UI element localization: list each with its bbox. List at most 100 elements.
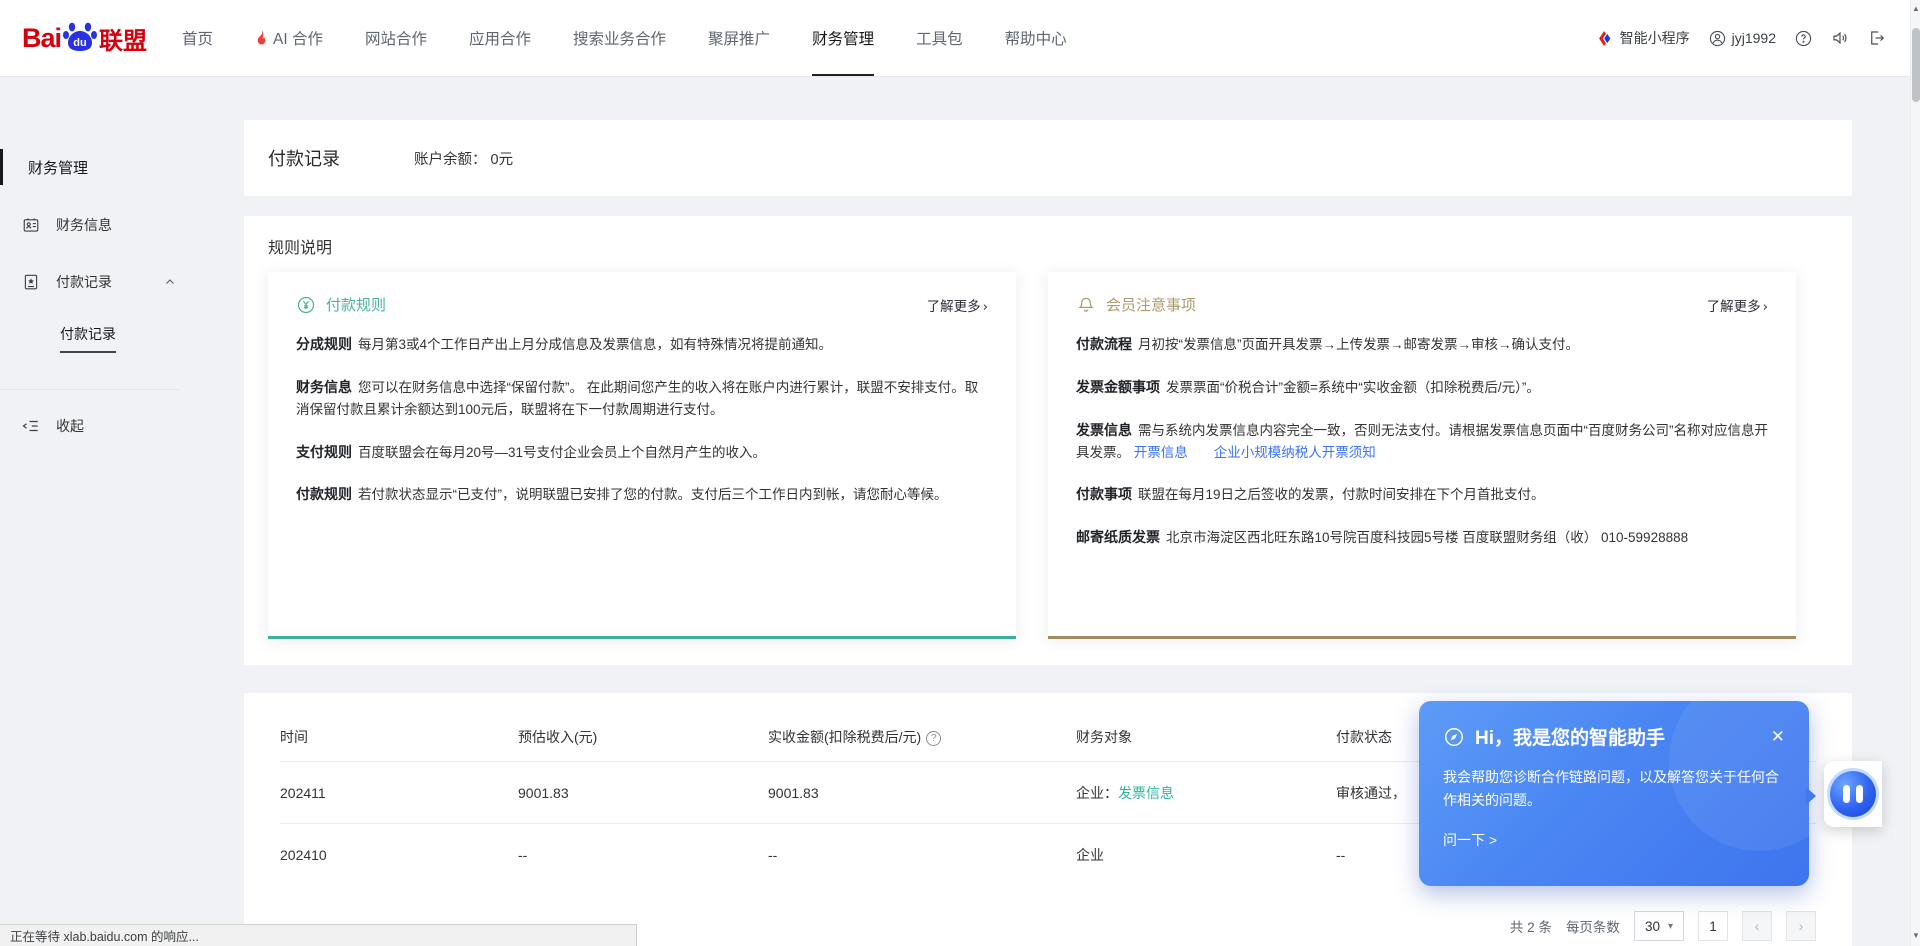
sidebar-item-label: 财务信息	[56, 215, 112, 235]
member-notes-more-link[interactable]: 了解更多›	[1707, 295, 1768, 315]
received-amount-help-icon[interactable]: ?	[926, 731, 941, 746]
nav-search-business[interactable]: 搜索业务合作	[573, 0, 666, 76]
page-scrollbar[interactable]: ▲ ▼	[1910, 0, 1920, 946]
rules-section: 规则说明 付款规则 了解更多›	[244, 216, 1852, 665]
nav-home[interactable]: 首页	[182, 0, 213, 76]
assistant-ask-link[interactable]: 问一下 >	[1443, 830, 1785, 850]
id-card-icon	[22, 216, 40, 234]
col-estimated-income: 预估收入(元)	[518, 727, 768, 747]
help-icon[interactable]	[1795, 30, 1812, 47]
logo-text-bai: Bai	[22, 23, 61, 54]
account-balance: 账户余额： 0元	[414, 148, 513, 169]
sidebar: 财务管理 财务信息 付款记录 付款记录	[0, 76, 198, 946]
user-account[interactable]: jyj1992	[1709, 30, 1776, 47]
page-title: 付款记录	[268, 145, 340, 171]
note-paragraph: 发票金额事项发票票面“价税合计”金额=系统中“实收金额（扣除税费后/元）”。	[1076, 376, 1768, 399]
cell-received: 9001.83	[768, 785, 1076, 801]
collapse-label: 收起	[56, 416, 84, 436]
cell-estimated: 9001.83	[518, 785, 768, 801]
browser-status-bar: 正在等待 xlab.baidu.com 的响应...	[0, 924, 637, 946]
payment-rules-more-link[interactable]: 了解更多›	[927, 295, 988, 315]
rules-section-title: 规则说明	[268, 234, 1828, 258]
scroll-down-arrow[interactable]: ▼	[1911, 931, 1920, 940]
smart-miniapp-entry[interactable]: 智能小程序	[1597, 28, 1690, 48]
sidebar-title-finance: 财务管理	[0, 156, 198, 178]
row-invoice-info-link[interactable]: 发票信息	[1118, 785, 1174, 801]
chevron-up-icon[interactable]	[164, 276, 176, 288]
collapse-arrow-icon	[22, 418, 40, 434]
main-nav: 首页 AI 合作 网站合作 应用合作 搜索业务合作 聚屏推广 财务管理 工具包 …	[161, 0, 1088, 76]
note-paragraph: 付款流程月初按“发票信息”页面开具发票→上传发票→邮寄发票→审核→确认支付。	[1076, 333, 1768, 356]
note-paragraph: 发票信息需与系统内发票信息内容完全一致，否则无法支付。请根据发票信息页面中“百度…	[1076, 419, 1768, 464]
top-navigation-bar: Bai du 联盟 首页 AI 合作 网站合作 应用合作 搜索业务合作 聚屏推广…	[0, 0, 1920, 76]
chevron-down-icon: ▾	[1668, 921, 1673, 932]
assistant-message: 我会帮助您诊断合作链路问题，以及解答您关于任何合作相关的问题。	[1443, 766, 1779, 812]
sidebar-item-label: 付款记录	[56, 272, 112, 292]
payment-rules-card: 付款规则 了解更多› 分成规则每月第3或4个工作日产出上月分成信息及发票信息，如…	[268, 272, 1016, 639]
col-time: 时间	[280, 727, 518, 747]
logo-text-union: 联盟	[99, 21, 147, 56]
next-page-button[interactable]: ›	[1786, 911, 1816, 941]
sidebar-divider	[0, 389, 180, 390]
rule-paragraph: 分成规则每月第3或4个工作日产出上月分成信息及发票信息，如有特殊情况将提前通知。	[296, 333, 988, 356]
cell-target: 企业	[1076, 845, 1336, 865]
cell-target: 企业：发票信息	[1076, 783, 1336, 803]
small-taxpayer-guide-link[interactable]: 企业小规模纳税人开票须知	[1214, 445, 1376, 460]
nav-toolkit[interactable]: 工具包	[916, 0, 963, 76]
coin-icon	[296, 295, 316, 315]
sound-icon[interactable]	[1831, 29, 1849, 47]
cell-estimated: --	[518, 847, 768, 863]
per-page-select[interactable]: 30 ▾	[1634, 911, 1684, 941]
scroll-up-arrow[interactable]: ▲	[1911, 4, 1920, 13]
svg-text:du: du	[73, 37, 86, 49]
logout-icon[interactable]	[1868, 29, 1886, 47]
per-page-label: 每页条数	[1566, 916, 1620, 936]
member-notes-card: 会员注意事项 了解更多› 付款流程月初按“发票信息”页面开具发票→上传发票→邮寄…	[1048, 272, 1796, 639]
baidu-union-logo[interactable]: Bai du 联盟	[22, 21, 147, 56]
close-icon[interactable]: ✕	[1771, 727, 1785, 747]
bell-icon	[1076, 295, 1096, 315]
page-header-band: 付款记录 账户余额： 0元	[244, 120, 1852, 196]
rule-paragraph: 支付规则百度联盟会在每月20号—31号支付企业会员上个自然月产生的收入。	[296, 441, 988, 464]
nav-juping-promotion[interactable]: 聚屏推广	[708, 0, 770, 76]
miniapp-icon	[1597, 30, 1614, 47]
sidebar-collapse-button[interactable]: 收起	[0, 416, 198, 436]
nav-website-cooperation[interactable]: 网站合作	[365, 0, 427, 76]
compass-icon	[1443, 726, 1465, 748]
sidebar-subitem-payment-records[interactable]: 付款记录	[60, 324, 198, 353]
baidu-paw-icon: du	[62, 19, 98, 53]
assistant-title: Hi，我是您的智能助手	[1475, 723, 1665, 750]
total-count: 共 2 条	[1510, 916, 1552, 936]
user-icon	[1709, 30, 1726, 47]
assistant-popup-arrow	[1806, 787, 1816, 805]
flame-icon	[255, 30, 268, 46]
col-finance-target: 财务对象	[1076, 727, 1336, 747]
prev-page-button[interactable]: ‹	[1742, 911, 1772, 941]
member-notes-card-title: 会员注意事项	[1106, 294, 1196, 315]
cell-received: --	[768, 847, 1076, 863]
robot-face-icon	[1830, 771, 1876, 817]
note-paragraph: 付款事项联盟在每月19日之后签收的发票，付款时间安排在下个月首批支付。	[1076, 483, 1768, 506]
assistant-robot-button[interactable]	[1824, 761, 1882, 827]
assistant-popup: Hi，我是您的智能助手 ✕ 我会帮助您诊断合作链路问题，以及解答您关于任何合作相…	[1419, 701, 1809, 886]
invoice-info-link[interactable]: 开票信息	[1134, 445, 1188, 460]
status-text: 正在等待 xlab.baidu.com 的响应...	[10, 926, 199, 945]
rule-paragraph: 付款规则若付款状态显示“已支付”，说明联盟已安排了您的付款。支付后三个工作日内到…	[296, 483, 988, 506]
sidebar-item-finance-info[interactable]: 财务信息	[0, 215, 198, 235]
topbar-right-area: 智能小程序 jyj1992	[1597, 28, 1886, 48]
rule-paragraph: 财务信息您可以在财务信息中选择“保留付款”。 在此期间您产生的收入将在账户内进行…	[296, 376, 988, 421]
badge-star-icon	[22, 273, 40, 291]
nav-help-center[interactable]: 帮助中心	[1005, 0, 1067, 76]
note-paragraph: 邮寄纸质发票北京市海淀区西北旺东路10号院百度科技园5号楼 百度联盟财务组（收）…	[1076, 526, 1768, 549]
sidebar-item-payment-records[interactable]: 付款记录	[0, 272, 198, 292]
payment-rules-card-title: 付款规则	[326, 294, 386, 315]
nav-ai-cooperation[interactable]: AI 合作	[255, 0, 323, 76]
col-received-amount: 实收金额(扣除税费后/元)?	[768, 727, 1076, 747]
cell-time: 202410	[280, 847, 518, 863]
nav-finance-management[interactable]: 财务管理	[812, 0, 874, 76]
nav-app-cooperation[interactable]: 应用合作	[469, 0, 531, 76]
balance-value: 0元	[491, 152, 514, 168]
scrollbar-thumb[interactable]	[1912, 28, 1920, 102]
page-number-button[interactable]: 1	[1698, 911, 1728, 941]
cell-time: 202411	[280, 785, 518, 801]
